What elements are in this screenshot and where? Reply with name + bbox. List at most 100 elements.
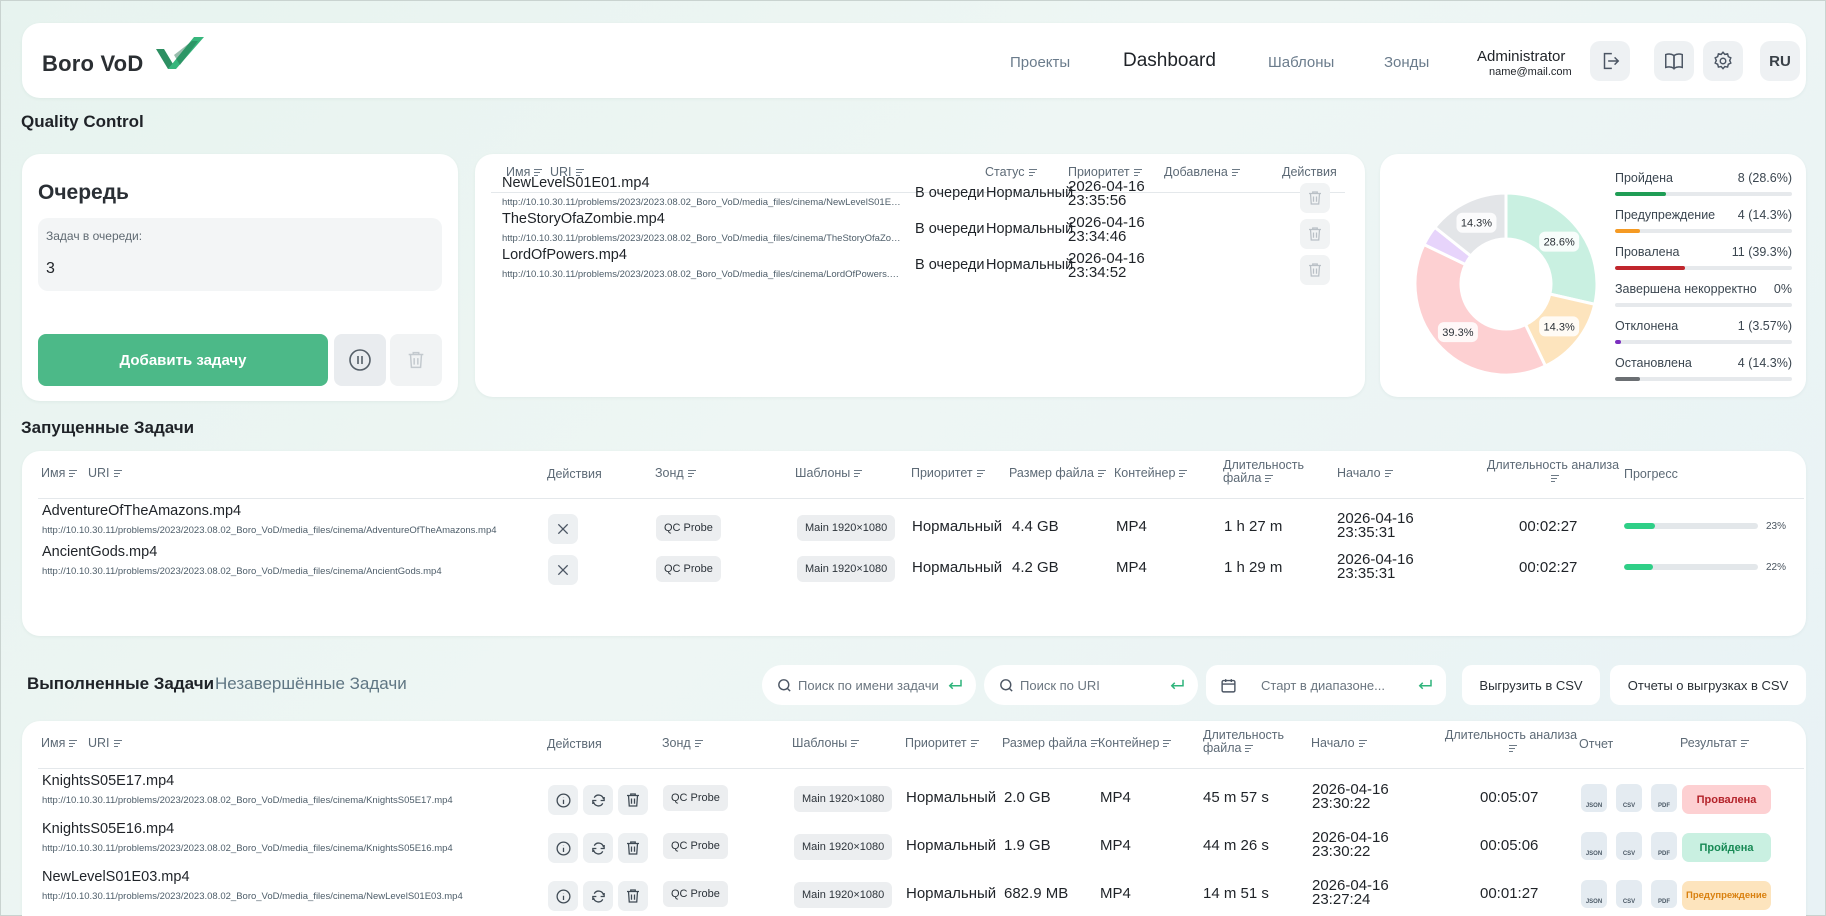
col-start[interactable]: Начало [1337,467,1393,480]
delete-queue-item-button[interactable] [1300,219,1330,249]
legend-label: Пройдена [1615,171,1673,185]
col-name[interactable]: Имя [41,737,78,750]
legend-value: 0% [1773,282,1792,296]
col-actions: Действия [1282,165,1337,179]
svg-text:28.6%: 28.6% [1544,237,1575,249]
col-start[interactable]: Начало [1311,737,1367,750]
task-duration: 1 h 27 m [1224,518,1283,535]
col-size[interactable]: Размер файла [1002,737,1099,750]
col-probe[interactable]: Зонд [655,467,696,480]
clear-queue-button[interactable] [390,334,442,386]
nav-projects[interactable]: Проекты [1010,54,1070,71]
nav-dashboard[interactable]: Dashboard [1123,50,1216,72]
pause-queue-button[interactable] [334,334,386,386]
report-csv-button[interactable]: CSV [1616,784,1642,812]
delete-task-button[interactable] [618,881,648,911]
task-info-button[interactable] [548,881,578,911]
probe-pill: QC Probe [663,881,728,907]
export-csv-button[interactable]: Выгрузить в CSV [1462,665,1600,705]
task-uri: http://10.10.30.11/problems/2023/2023.08… [42,843,453,854]
legend-label: Остановлена [1615,356,1692,370]
refresh-icon [590,840,607,857]
enter-icon[interactable] [946,676,964,694]
col-probe[interactable]: Зонд [662,737,703,750]
queue-item-uri: http://10.10.30.11/problems/2023/2023.08… [502,269,902,280]
report-pdf-button[interactable]: PDF [1651,784,1677,812]
queue-item-name: TheStoryOfaZombie.mp4 [502,211,665,227]
task-priority: Нормальный [912,559,1003,576]
task-info-button[interactable] [548,785,578,815]
report-csv-button[interactable]: CSV [1616,880,1642,908]
date-range-input[interactable]: Старт в диапазоне... [1206,665,1446,705]
search-uri-input[interactable]: Поиск по URI [984,665,1198,705]
col-priority[interactable]: Приоритет [911,467,985,480]
task-analysis-duration: 00:05:06 [1480,837,1539,854]
delete-task-button[interactable] [618,833,648,863]
nav-probes[interactable]: Зонды [1384,54,1429,71]
report-pdf-button[interactable]: PDF [1651,880,1677,908]
report-json-button[interactable]: JSON [1581,880,1607,908]
logout-button[interactable] [1590,41,1630,81]
template-pill: Main 1920×1080 [797,556,896,582]
col-priority[interactable]: Приоритет [905,737,979,750]
report-json-button[interactable]: JSON [1581,832,1607,860]
report-json-button[interactable]: JSON [1581,784,1607,812]
cancel-task-button[interactable] [548,555,578,585]
start-time: 23:30:22 [1312,795,1371,812]
calendar-icon [1221,678,1236,693]
report-csv-button[interactable]: CSV [1616,832,1642,860]
col-size[interactable]: Размер файла [1009,467,1106,480]
task-container: MP4 [1116,518,1147,535]
col-result[interactable]: Результат [1680,737,1749,750]
col-templates[interactable]: Шаблоны [792,737,860,750]
report-pdf-button[interactable]: PDF [1651,832,1677,860]
queue-item-added: 2026-04-16 23:34:46 [1068,215,1145,244]
task-progress-label: 23% [1766,521,1787,532]
col-analysis[interactable]: Длительность анализа [1440,729,1582,755]
search-name-input[interactable]: Поиск по имени задачи [762,665,976,705]
col-templates[interactable]: Шаблоны [795,467,863,480]
col-duration[interactable]: Длительность файла [1223,459,1313,485]
task-progress-bar [1624,564,1758,570]
task-file-size: 4.4 GB [1012,518,1059,535]
col-analysis[interactable]: Длительность анализа [1482,459,1624,485]
task-priority: Нормальный [906,885,997,902]
enter-icon[interactable] [1168,676,1186,694]
settings-button[interactable] [1703,41,1743,81]
queue-item-priority: Нормальный [986,221,1074,237]
col-container[interactable]: Контейнер [1114,467,1188,480]
nav-templates[interactable]: Шаблоны [1268,54,1334,71]
restart-task-button[interactable] [583,785,613,815]
language-button[interactable]: RU [1760,41,1800,81]
col-added[interactable]: Добавлена [1164,166,1240,179]
start-time: 23:27:24 [1312,891,1371,908]
restart-task-button[interactable] [583,833,613,863]
delete-queue-item-button[interactable] [1300,255,1330,285]
donut-slice-2[interactable] [1413,242,1548,377]
tab-unfinished[interactable]: Незавершённые Задачи [215,674,407,694]
col-name[interactable]: Имя [41,467,78,480]
template-pill: Main 1920×1080 [797,515,896,541]
col-container[interactable]: Контейнер [1098,737,1172,750]
tab-finished[interactable]: Выполненные Задачи [27,674,214,694]
delete-queue-item-button[interactable] [1300,183,1330,213]
cancel-task-button[interactable] [548,514,578,544]
task-info-button[interactable] [548,833,578,863]
col-uri[interactable]: URI [88,467,122,480]
delete-task-button[interactable] [618,785,648,815]
queue-item-status: В очереди [915,221,985,237]
col-uri[interactable]: URI [88,737,122,750]
enter-icon[interactable] [1416,676,1434,694]
legend-bar-fill [1615,340,1622,344]
task-file-size: 682.9 MB [1004,885,1069,902]
page-title: Quality Control [21,112,144,131]
restart-task-button[interactable] [583,881,613,911]
task-start: 2026-04-16 23:35:31 [1337,552,1414,581]
col-duration[interactable]: Длительность файла [1203,729,1293,755]
logout-icon [1603,52,1620,70]
trash-icon [408,351,424,369]
add-task-button[interactable]: Добавить задачу [38,334,328,386]
docs-button[interactable] [1654,41,1694,81]
csv-reports-button[interactable]: Отчеты о выгрузках в CSV [1610,665,1806,705]
col-status[interactable]: Статус [985,166,1037,179]
